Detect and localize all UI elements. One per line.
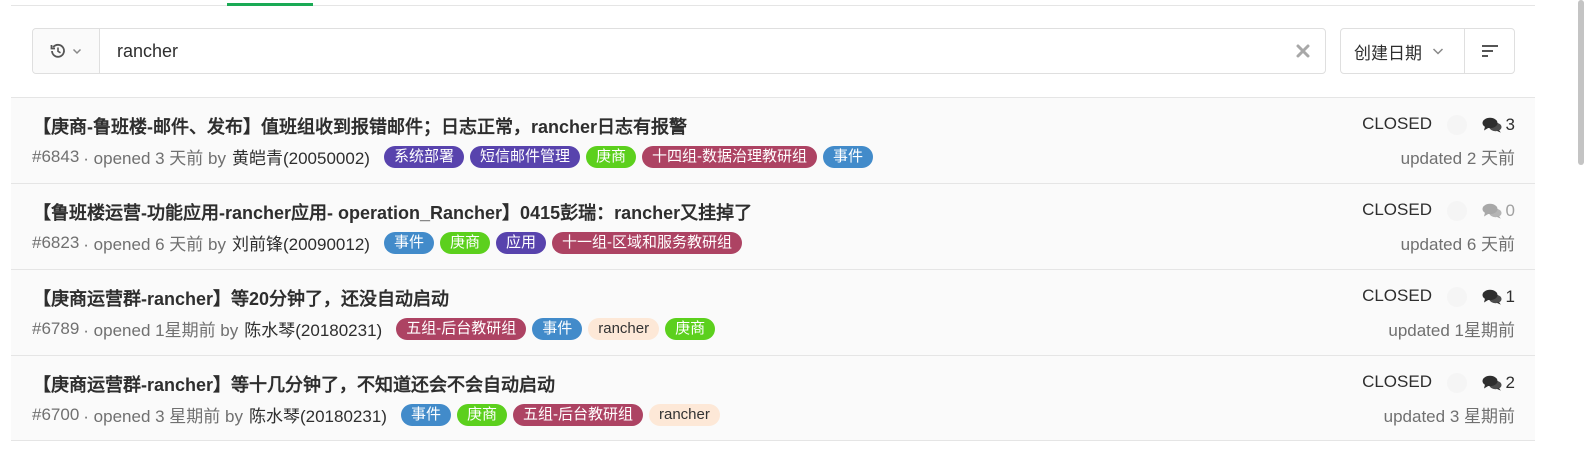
issue-status: CLOSED — [1362, 114, 1432, 133]
search-input[interactable] — [117, 39, 1217, 63]
issue-label[interactable]: 事件 — [400, 403, 451, 426]
issue-label[interactable]: 五组-后台教研组 — [512, 403, 643, 426]
issue-updated-time: updated 3 星期前 — [1383, 407, 1515, 426]
issue-label[interactable]: 事件 — [532, 317, 583, 340]
issue-number: #6789 — [32, 318, 80, 338]
comments-count-link[interactable]: 0 — [1482, 201, 1515, 221]
issue-meta: #6823 · opened 6 天前 by 刘前锋(20090012) 事件 庚商 应用… — [32, 230, 742, 255]
issue-labels: 五组-后台教研组 事件 rancher 庚商 — [396, 317, 716, 340]
issue-opened-text: · opened 1星期前 by — [83, 321, 239, 340]
recent-searches-dropdown[interactable] — [33, 29, 100, 73]
issue-opened-text: · opened 3 天前 by — [83, 149, 226, 168]
issue-number: #6843 — [32, 146, 80, 166]
issue-labels: 事件 庚商 五组-后台教研组 rancher — [400, 403, 720, 426]
assignee-avatar[interactable] — [1447, 287, 1467, 307]
issue-updated-time: updated 6 天前 — [1400, 235, 1515, 254]
issue-label[interactable]: 十一组-区域和服务教研组 — [552, 231, 742, 254]
comments-icon — [1482, 203, 1502, 219]
issue-author-link[interactable]: 刘前锋(20090012) — [232, 230, 370, 255]
issue-opened-text: · opened 3 星期前 by — [83, 407, 243, 426]
assignee-avatar[interactable] — [1447, 201, 1467, 221]
issue-status: CLOSED — [1362, 200, 1432, 219]
chevron-down-icon — [1432, 48, 1444, 55]
issue-row[interactable]: 【庚商运营群-rancher】等20分钟了，还没自动启动 #6789 · opene… — [11, 269, 1535, 355]
issue-author-link[interactable]: 陈水琴(20180231) — [249, 402, 387, 427]
issue-label[interactable]: 应用 — [495, 231, 546, 254]
issue-updated-time: updated 1星期前 — [1388, 321, 1515, 340]
comments-count-link[interactable]: 1 — [1482, 287, 1515, 307]
issue-label[interactable]: 庚商 — [456, 403, 507, 426]
issue-label[interactable]: 庚商 — [439, 231, 490, 254]
comments-count-link[interactable]: 2 — [1482, 373, 1515, 393]
comments-count: 0 — [1505, 201, 1515, 220]
issue-meta: #6843 · opened 3 天前 by 黄皑青(20050002) 系统部署 短信… — [32, 144, 874, 169]
issue-label[interactable]: 庚商 — [585, 145, 636, 168]
history-icon — [50, 43, 65, 58]
issue-label[interactable]: 事件 — [383, 231, 434, 254]
issue-number: #6823 — [32, 232, 80, 252]
chevron-down-icon — [72, 48, 82, 55]
issue-title-link[interactable]: 【庚商-鲁班楼-邮件、发布】值班组收到报错邮件；日志正常，rancher日志有报… — [33, 113, 687, 139]
scrollbar[interactable] — [1562, 0, 1588, 454]
issue-title-link[interactable]: 【庚商运营群-rancher】等20分钟了，还没自动启动 — [33, 285, 449, 311]
sort-field-label: 创建日期 — [1354, 43, 1422, 63]
issue-opened-text: · opened 6 天前 by — [83, 235, 226, 254]
issue-label[interactable]: rancher — [648, 403, 720, 426]
issue-label[interactable]: rancher — [588, 317, 660, 340]
comments-icon — [1482, 117, 1502, 133]
comments-icon — [1482, 289, 1502, 305]
issue-updated-time: updated 2 天前 — [1400, 149, 1515, 168]
issue-row[interactable]: 【鲁班楼运营-功能应用-rancher应用- operation_Rancher… — [11, 183, 1535, 269]
issue-label[interactable]: 庚商 — [665, 317, 716, 340]
issue-author-link[interactable]: 黄皑青(20050002) — [232, 144, 370, 169]
issue-label[interactable]: 事件 — [823, 145, 874, 168]
issue-meta: #6789 · opened 1星期前 by 陈水琴(20180231) 五组-后台教… — [32, 316, 716, 341]
issue-labels: 系统部署 短信邮件管理 庚商 十四组-数据治理教研组 事件 — [383, 145, 874, 168]
issue-meta: #6700 · opened 3 星期前 by 陈水琴(20180231) 事件 庚商五… — [32, 402, 720, 427]
issue-row[interactable]: 【庚商-鲁班楼-邮件、发布】值班组收到报错邮件；日志正常，rancher日志有报… — [11, 97, 1535, 183]
issue-status: CLOSED — [1362, 372, 1432, 391]
clear-search-icon[interactable] — [1295, 43, 1311, 59]
comments-icon — [1482, 375, 1502, 391]
issue-row[interactable]: 【庚商运营群-rancher】等十几分钟了，不知道还会不会自动启动 #6700 · … — [11, 355, 1535, 441]
issue-status: CLOSED — [1362, 286, 1432, 305]
sort-lines-icon — [1481, 45, 1498, 57]
issue-author-link[interactable]: 陈水琴(20180231) — [244, 316, 382, 341]
sort-direction-button[interactable] — [1465, 29, 1514, 73]
issue-title-link[interactable]: 【鲁班楼运营-功能应用-rancher应用- operation_Rancher… — [33, 199, 752, 225]
sort-controls: 创建日期 — [1340, 28, 1515, 74]
assignee-avatar[interactable] — [1447, 115, 1467, 135]
comments-count: 3 — [1505, 115, 1515, 134]
scrollbar-thumb[interactable] — [1578, 0, 1584, 165]
sort-field-dropdown[interactable]: 创建日期 — [1341, 29, 1465, 73]
comments-count: 1 — [1505, 287, 1515, 306]
comments-count-link[interactable]: 3 — [1482, 115, 1515, 135]
issue-label[interactable]: 十四组-数据治理教研组 — [642, 145, 817, 168]
assignee-avatar[interactable] — [1447, 373, 1467, 393]
issue-title-link[interactable]: 【庚商运营群-rancher】等十几分钟了，不知道还会不会自动启动 — [33, 371, 555, 397]
comments-count: 2 — [1505, 373, 1515, 392]
issue-label[interactable]: 五组-后台教研组 — [396, 317, 527, 340]
issue-labels: 事件 庚商 应用 十一组-区域和服务教研组 — [383, 231, 742, 254]
issue-filter-bar — [32, 28, 1326, 74]
issue-label[interactable]: 短信邮件管理 — [469, 145, 580, 168]
active-tab-indicator — [227, 3, 313, 6]
issue-label[interactable]: 系统部署 — [383, 145, 464, 168]
issue-number: #6700 — [32, 404, 80, 424]
